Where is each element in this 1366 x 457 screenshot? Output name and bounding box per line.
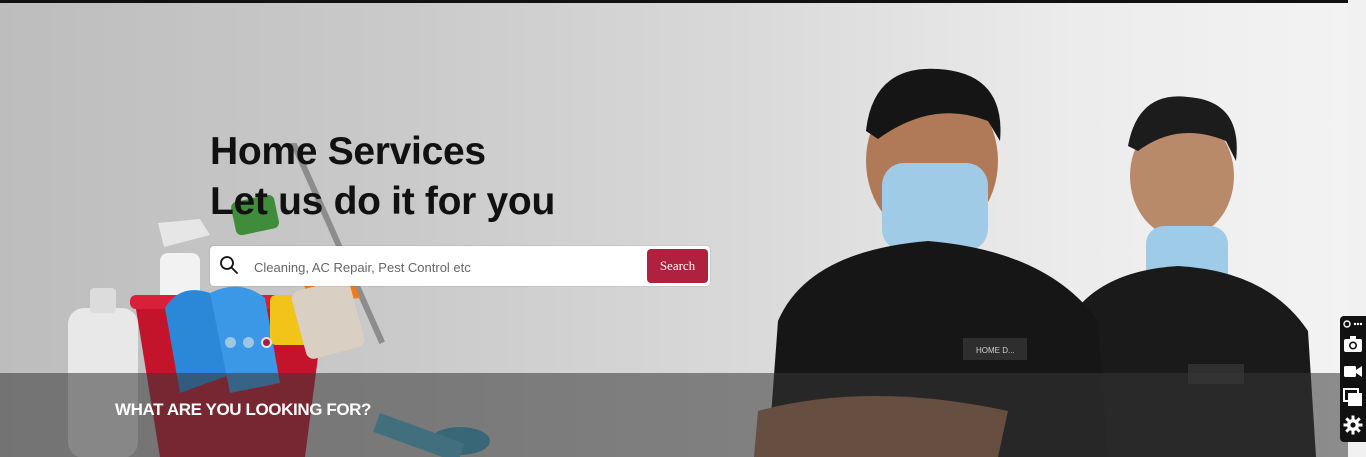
hero-headline: Home Services Let us do it for you [210, 127, 555, 227]
section-title: WHAT ARE YOU LOOKING FOR? [115, 400, 372, 419]
carousel-dot-2[interactable] [243, 337, 254, 348]
carousel-dot-3-active[interactable] [261, 337, 272, 348]
search-button[interactable]: Search [647, 249, 708, 283]
side-toolbar [1340, 316, 1366, 442]
search-input[interactable] [252, 252, 646, 282]
search-bar: Search [210, 246, 710, 286]
window-icon[interactable] [1343, 387, 1363, 407]
gear-icon[interactable] [1343, 415, 1363, 435]
headline-line-1: Home Services [210, 130, 486, 173]
carousel-dot-1[interactable] [225, 337, 236, 348]
camera-icon[interactable] [1343, 334, 1363, 354]
section-header-band: WHAT ARE YOU LOOKING FOR? [0, 373, 1348, 457]
shirt-logo-text: HOME D... [976, 346, 1015, 355]
headline-line-2: Let us do it for you [210, 180, 555, 223]
search-icon [220, 256, 238, 274]
video-icon[interactable] [1343, 361, 1363, 381]
link-more-icon[interactable] [1343, 318, 1363, 330]
